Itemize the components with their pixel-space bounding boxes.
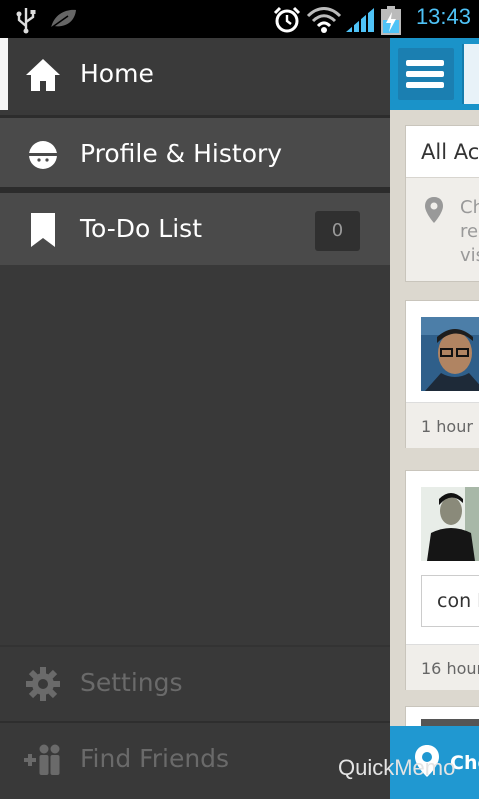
avatar <box>421 317 479 391</box>
hint-line: Ch <box>460 197 479 218</box>
home-icon <box>26 59 60 91</box>
drawer-item-home[interactable]: Home <box>0 38 390 110</box>
quickmemo-watermark: QuickMemo <box>338 755 456 780</box>
avatar <box>421 487 479 561</box>
checkin-hint-text: Ch re vis <box>460 196 479 268</box>
profile-icon <box>29 141 57 169</box>
menu-button[interactable] <box>398 48 454 100</box>
feed-timestamp: 1 hour a <box>406 402 479 448</box>
feed-item[interactable]: con l 16 hour <box>405 470 479 690</box>
drawer-item-settings[interactable]: Settings <box>0 645 390 717</box>
drawer-item-label: Settings <box>80 668 183 697</box>
location-pin-icon <box>425 197 443 223</box>
alarm-icon <box>273 6 301 33</box>
todo-count-badge: 0 <box>315 211 360 251</box>
drawer-item-label: Home <box>80 59 154 88</box>
toolbar-logo-edge <box>462 44 479 104</box>
menu-line <box>406 82 444 88</box>
battery-charging-icon <box>381 6 401 35</box>
hint-line: re <box>460 221 479 242</box>
drawer-item-profile-history[interactable]: Profile & History <box>0 115 390 190</box>
navigation-drawer: Home Profile & History To-Do List 0 Sett… <box>0 38 390 799</box>
hint-line: vis <box>460 245 479 266</box>
signal-icon <box>346 8 374 32</box>
feed-timestamp: 16 hour <box>406 644 479 690</box>
clock-time: 13:43 <box>415 4 471 29</box>
drawer-item-label: Profile & History <box>80 139 283 168</box>
usb-icon <box>16 8 36 34</box>
drawer-item-label: To-Do List <box>80 214 202 243</box>
drawer-item-label: Find Friends <box>80 744 230 773</box>
comment-bubble: con l <box>421 575 479 627</box>
drawer-item-todo-list[interactable]: To-Do List 0 <box>0 190 390 265</box>
activity-filter-dropdown[interactable]: All Ac <box>406 126 479 178</box>
main-content-peek: All Ac Ch re vis 1 hour a <box>390 38 479 799</box>
wifi-icon <box>306 7 342 33</box>
status-bar: 13:43 <box>0 0 479 38</box>
leaf-icon <box>50 9 76 29</box>
app-toolbar <box>390 38 479 110</box>
active-indicator <box>0 38 8 110</box>
menu-line <box>406 60 444 66</box>
feed-item[interactable]: 1 hour a <box>405 300 479 448</box>
filter-card: All Ac Ch re vis <box>405 125 479 282</box>
menu-line <box>406 71 444 77</box>
gear-icon <box>26 667 60 701</box>
drawer-item-find-friends[interactable]: Find Friends <box>0 721 390 793</box>
add-friends-icon <box>24 744 60 775</box>
bookmark-icon <box>31 213 55 247</box>
